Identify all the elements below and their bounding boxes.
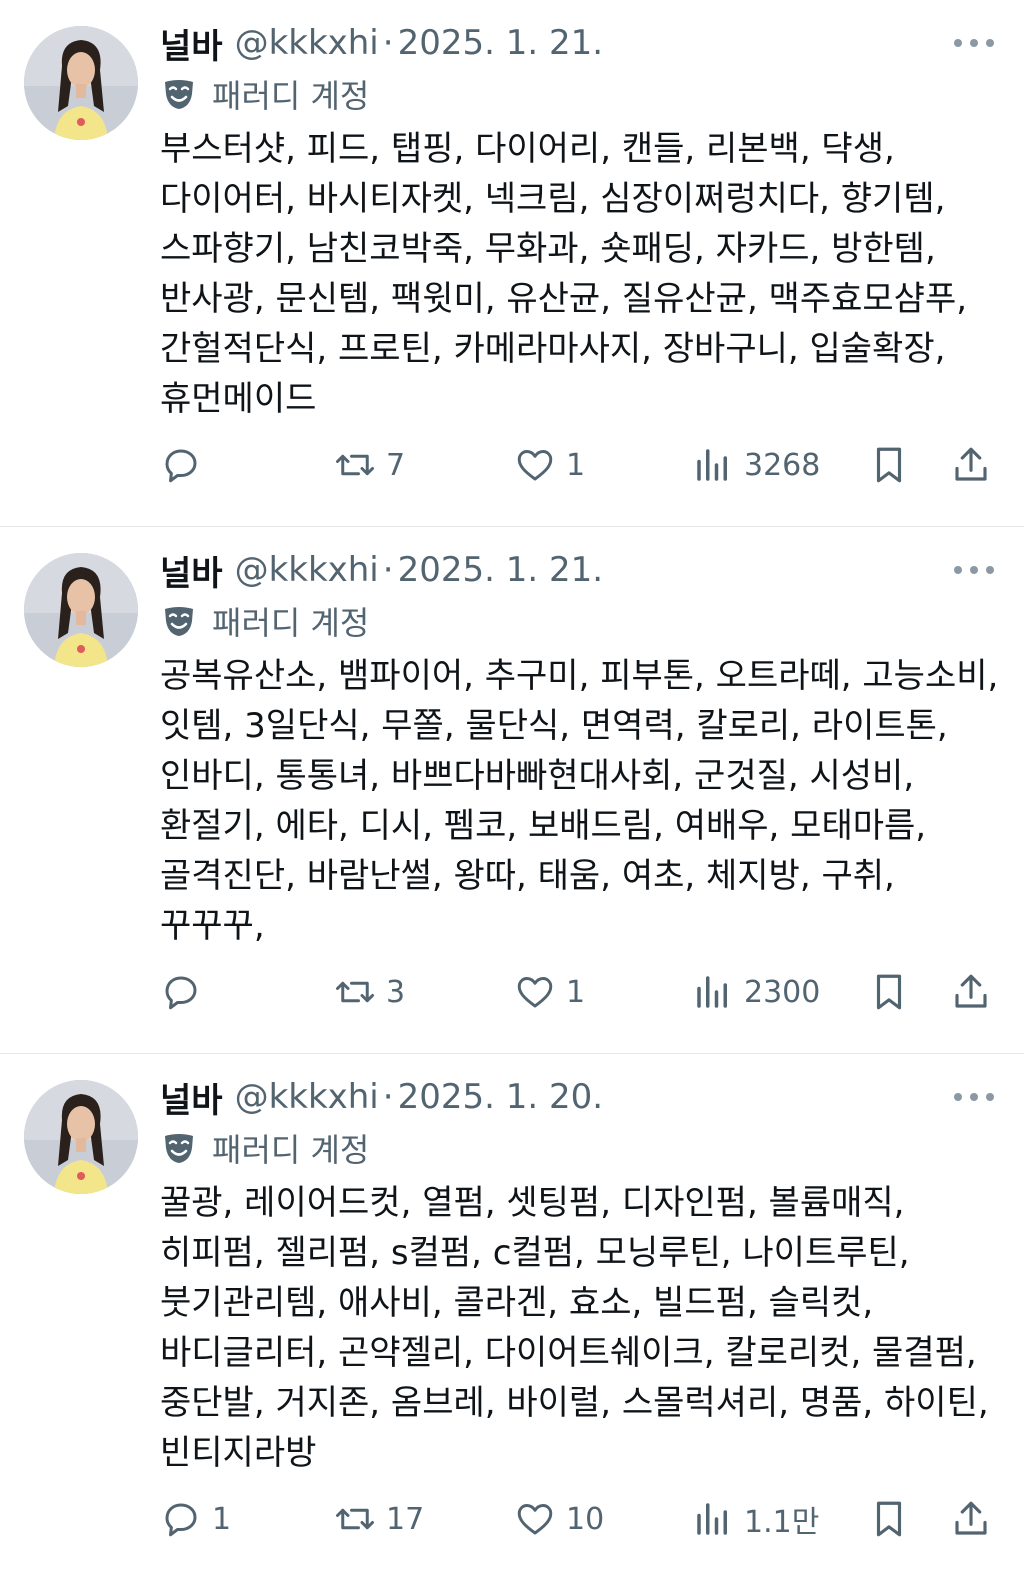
retweet-icon bbox=[336, 981, 374, 1003]
like-button[interactable]: 10 bbox=[514, 1494, 604, 1544]
heart-icon bbox=[517, 450, 553, 481]
dot-icon bbox=[986, 566, 994, 574]
tweet-text: 꿀광, 레이어드컷, 열펌, 셋팅펌, 디자인펌, 볼륨매직, 히피펌, 젤리펌… bbox=[160, 1183, 989, 1473]
retweet-count: 17 bbox=[386, 1501, 425, 1537]
display-name[interactable]: 널바 bbox=[160, 1073, 223, 1122]
parody-label: 패러디 계정 bbox=[162, 599, 369, 643]
parody-label: 패러디 계정 bbox=[162, 1126, 369, 1170]
reply-button[interactable] bbox=[160, 967, 212, 1017]
separator-dot: · bbox=[382, 550, 394, 590]
separator-dot: · bbox=[382, 23, 394, 63]
user-handle[interactable]: @kkkxhi bbox=[235, 550, 379, 590]
tweet[interactable]: 널바 @kkkxhi · 2025. 1. 21. 패러디 계정 부스터샷, 피… bbox=[0, 0, 1024, 527]
share-button[interactable] bbox=[950, 440, 992, 490]
reply-count: 1 bbox=[212, 1501, 232, 1537]
views-button[interactable]: 3268 bbox=[692, 440, 820, 490]
dot-icon bbox=[954, 1093, 962, 1101]
dot-icon bbox=[986, 39, 994, 47]
bar-chart-icon bbox=[697, 449, 727, 481]
separator-dot: · bbox=[382, 1077, 394, 1117]
retweet-count: 7 bbox=[386, 447, 406, 483]
tweet-actions: 1 17 10 1.1만 bbox=[160, 1494, 996, 1544]
more-options-button[interactable] bbox=[954, 555, 994, 585]
timeline-feed: 널바 @kkkxhi · 2025. 1. 21. 패러디 계정 부스터샷, 피… bbox=[0, 0, 1024, 1573]
display-name[interactable]: 널바 bbox=[160, 546, 223, 595]
retweet-icon bbox=[336, 454, 374, 476]
retweet-icon bbox=[336, 1508, 374, 1530]
display-name[interactable]: 널바 bbox=[160, 19, 223, 68]
theater-mask-icon bbox=[165, 607, 193, 636]
user-handle[interactable]: @kkkxhi bbox=[235, 23, 379, 63]
speech-bubble-icon bbox=[165, 976, 197, 1010]
tweet-header: 널바 @kkkxhi · 2025. 1. 20. bbox=[160, 1072, 603, 1122]
tweet-header: 널바 @kkkxhi · 2025. 1. 21. bbox=[160, 545, 603, 595]
like-button[interactable]: 1 bbox=[514, 967, 585, 1017]
views-count: 3268 bbox=[744, 447, 821, 483]
reply-button[interactable] bbox=[160, 440, 212, 490]
views-button[interactable]: 1.1만 bbox=[692, 1494, 819, 1544]
bar-chart-icon bbox=[697, 976, 727, 1008]
tweet-date[interactable]: 2025. 1. 21. bbox=[398, 550, 603, 590]
speech-bubble-icon bbox=[165, 449, 197, 483]
bookmark-button[interactable] bbox=[868, 440, 910, 490]
tweet-text: 부스터샷, 피드, 탭핑, 다이어리, 캔들, 리본백, 댝생, 다이어터, 바… bbox=[160, 129, 968, 419]
retweet-button[interactable]: 7 bbox=[334, 440, 405, 490]
dot-icon bbox=[954, 566, 962, 574]
views-count: 2300 bbox=[744, 974, 821, 1010]
avatar[interactable] bbox=[24, 1080, 138, 1194]
avatar[interactable] bbox=[24, 26, 138, 140]
like-count: 10 bbox=[566, 1501, 605, 1537]
parody-account-text: 패러디 계정 bbox=[212, 1131, 370, 1169]
dot-icon bbox=[986, 1093, 994, 1101]
theater-mask-icon bbox=[165, 80, 193, 109]
share-button[interactable] bbox=[950, 967, 992, 1017]
like-button[interactable]: 1 bbox=[514, 440, 585, 490]
theater-mask-icon bbox=[165, 1134, 193, 1163]
share-upload-icon bbox=[955, 974, 987, 1008]
parody-account-text: 패러디 계정 bbox=[212, 604, 370, 642]
more-options-button[interactable] bbox=[954, 1082, 994, 1112]
views-button[interactable]: 2300 bbox=[692, 967, 820, 1017]
dot-icon bbox=[970, 39, 978, 47]
tweet-header: 널바 @kkkxhi · 2025. 1. 21. bbox=[160, 18, 603, 68]
avatar[interactable] bbox=[24, 553, 138, 667]
tweet[interactable]: 널바 @kkkxhi · 2025. 1. 21. 패러디 계정 공복유산소, … bbox=[0, 527, 1024, 1054]
speech-bubble-icon bbox=[165, 1503, 197, 1537]
tweet-text: 공복유산소, 뱀파이어, 추구미, 피부톤, 오트라떼, 고능소비, 잇템, 3… bbox=[160, 656, 999, 946]
views-count: 1.1만 bbox=[744, 1505, 820, 1540]
tweet-actions: 7 1 3268 bbox=[160, 440, 996, 490]
bookmark-button[interactable] bbox=[868, 967, 910, 1017]
share-button[interactable] bbox=[950, 1494, 992, 1544]
bar-chart-icon bbox=[697, 1503, 727, 1535]
retweet-count: 3 bbox=[386, 974, 406, 1010]
parody-account-text: 패러디 계정 bbox=[212, 77, 370, 115]
more-options-button[interactable] bbox=[954, 28, 994, 58]
dot-icon bbox=[970, 566, 978, 574]
like-count: 1 bbox=[566, 447, 586, 483]
bookmark-icon bbox=[876, 974, 902, 1010]
tweet-actions: 3 1 2300 bbox=[160, 967, 996, 1017]
dot-icon bbox=[954, 39, 962, 47]
user-handle[interactable]: @kkkxhi bbox=[235, 1077, 379, 1117]
heart-icon bbox=[517, 977, 553, 1008]
tweet-date[interactable]: 2025. 1. 20. bbox=[398, 1077, 603, 1117]
share-upload-icon bbox=[955, 1501, 987, 1535]
tweet[interactable]: 널바 @kkkxhi · 2025. 1. 20. 패러디 계정 꿀광, 레이어… bbox=[0, 1054, 1024, 1573]
parody-label: 패러디 계정 bbox=[162, 72, 369, 116]
share-upload-icon bbox=[955, 447, 987, 481]
bookmark-button[interactable] bbox=[868, 1494, 910, 1544]
tweet-date[interactable]: 2025. 1. 21. bbox=[398, 23, 603, 63]
like-count: 1 bbox=[566, 974, 586, 1010]
heart-icon bbox=[517, 1504, 553, 1535]
reply-button[interactable]: 1 bbox=[160, 1494, 231, 1544]
retweet-button[interactable]: 3 bbox=[334, 967, 405, 1017]
retweet-button[interactable]: 17 bbox=[334, 1494, 424, 1544]
bookmark-icon bbox=[876, 447, 902, 483]
bookmark-icon bbox=[876, 1501, 902, 1537]
dot-icon bbox=[970, 1093, 978, 1101]
